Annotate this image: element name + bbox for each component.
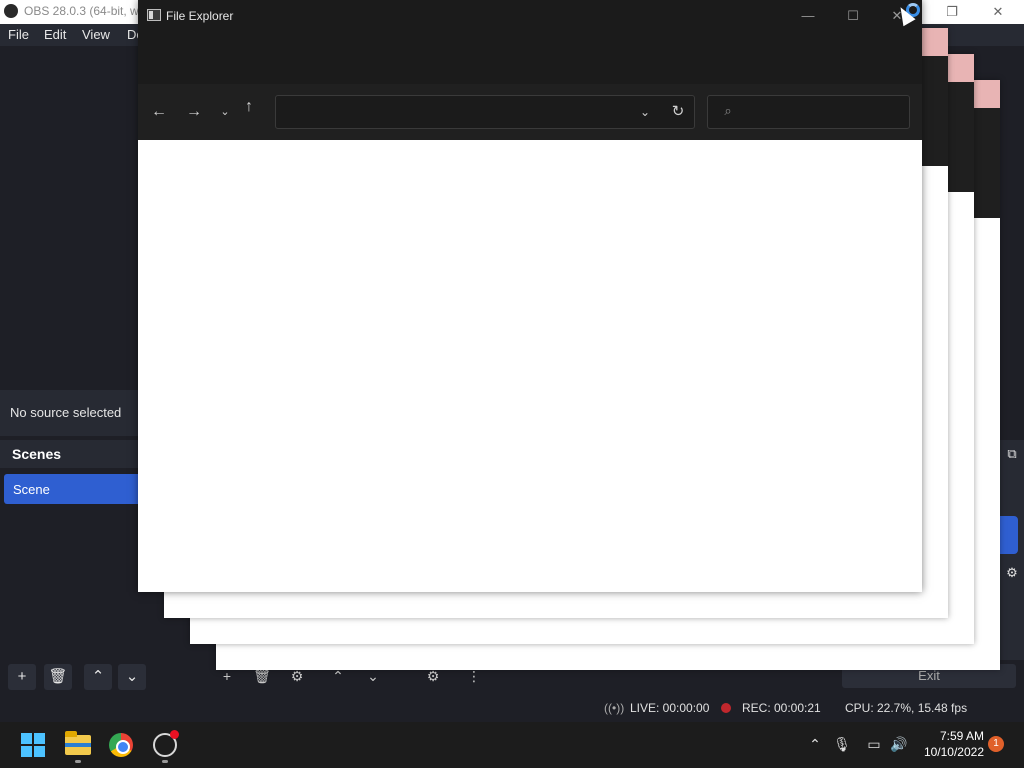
rec-time: REC: 00:00:21 xyxy=(742,701,821,715)
source-status-label: No source selected xyxy=(10,405,122,420)
obs-recording-badge xyxy=(170,730,179,739)
file-explorer-content[interactable] xyxy=(138,140,922,592)
ghost-window-3-close xyxy=(974,80,1000,108)
network-icon[interactable]: ▭ xyxy=(864,734,884,754)
scene-down-button[interactable]: ⌄ xyxy=(118,664,146,690)
windows-start-icon[interactable] xyxy=(21,733,45,757)
scenes-title: Scenes xyxy=(12,446,62,462)
file-explorer-title: File Explorer xyxy=(166,9,234,23)
notification-badge[interactable]: 1 xyxy=(988,736,1004,752)
scene-list-item-label: Scene xyxy=(13,482,50,497)
back-icon[interactable]: ← xyxy=(146,99,172,125)
recent-locations-icon[interactable]: ⌄ xyxy=(212,99,238,125)
stream-icon: ((•)) xyxy=(604,701,625,715)
clock-time[interactable]: 7:59 AM xyxy=(934,729,984,743)
obs-logo-icon xyxy=(4,4,18,18)
clock-date[interactable]: 10/10/2022 xyxy=(918,745,984,759)
restore-icon[interactable]: ❐ xyxy=(942,2,962,22)
chevron-up-icon[interactable]: ⌃ xyxy=(805,734,825,754)
maximize-icon[interactable]: ☐ xyxy=(840,6,866,26)
ghost-window-1-close xyxy=(922,28,948,56)
microphone-icon[interactable]: 🎙 xyxy=(832,734,852,754)
file-explorer-app-icon xyxy=(147,9,161,21)
menu-file[interactable]: File xyxy=(8,27,29,42)
search-icon: ⌕ xyxy=(724,103,732,118)
running-indicator xyxy=(75,760,81,763)
gear-icon[interactable]: ⚙ xyxy=(1002,563,1022,583)
menu-view[interactable]: View xyxy=(82,27,110,42)
remove-scene-button[interactable]: 🗑 xyxy=(44,664,72,690)
volume-icon[interactable]: 🔊 xyxy=(889,734,909,754)
address-bar[interactable] xyxy=(275,95,695,129)
chrome-icon[interactable] xyxy=(109,733,133,757)
live-time: LIVE: 00:00:00 xyxy=(630,701,710,715)
desktop: OBS 28.0.3 (64-bit, win ❐ ✕ File Edit Vi… xyxy=(0,0,1024,768)
record-dot-icon xyxy=(721,703,731,713)
close-icon[interactable]: ✕ xyxy=(988,2,1008,22)
running-indicator xyxy=(162,760,168,763)
add-scene-button[interactable]: + xyxy=(8,664,36,690)
refresh-icon[interactable]: ↻ xyxy=(666,99,690,125)
dock-undock-icon[interactable]: ⧉ xyxy=(1002,444,1022,464)
file-explorer-tab-area xyxy=(138,32,922,84)
scene-up-button[interactable]: ⌃ xyxy=(84,664,112,690)
forward-icon[interactable]: → xyxy=(181,99,207,125)
file-explorer-icon[interactable] xyxy=(65,731,91,755)
ghost-window-2-close xyxy=(948,54,974,82)
obs-preview xyxy=(0,46,140,390)
menu-edit[interactable]: Edit xyxy=(44,27,66,42)
cpu-usage: CPU: 22.7%, 15.48 fps xyxy=(845,701,968,715)
minimize-icon[interactable]: — xyxy=(795,6,821,26)
up-icon[interactable]: ↑ xyxy=(236,94,262,120)
chevron-down-icon[interactable]: ⌄ xyxy=(634,99,656,125)
obs-window-title: OBS 28.0.3 (64-bit, win xyxy=(24,4,149,18)
right-dock-selected[interactable] xyxy=(1000,516,1018,554)
